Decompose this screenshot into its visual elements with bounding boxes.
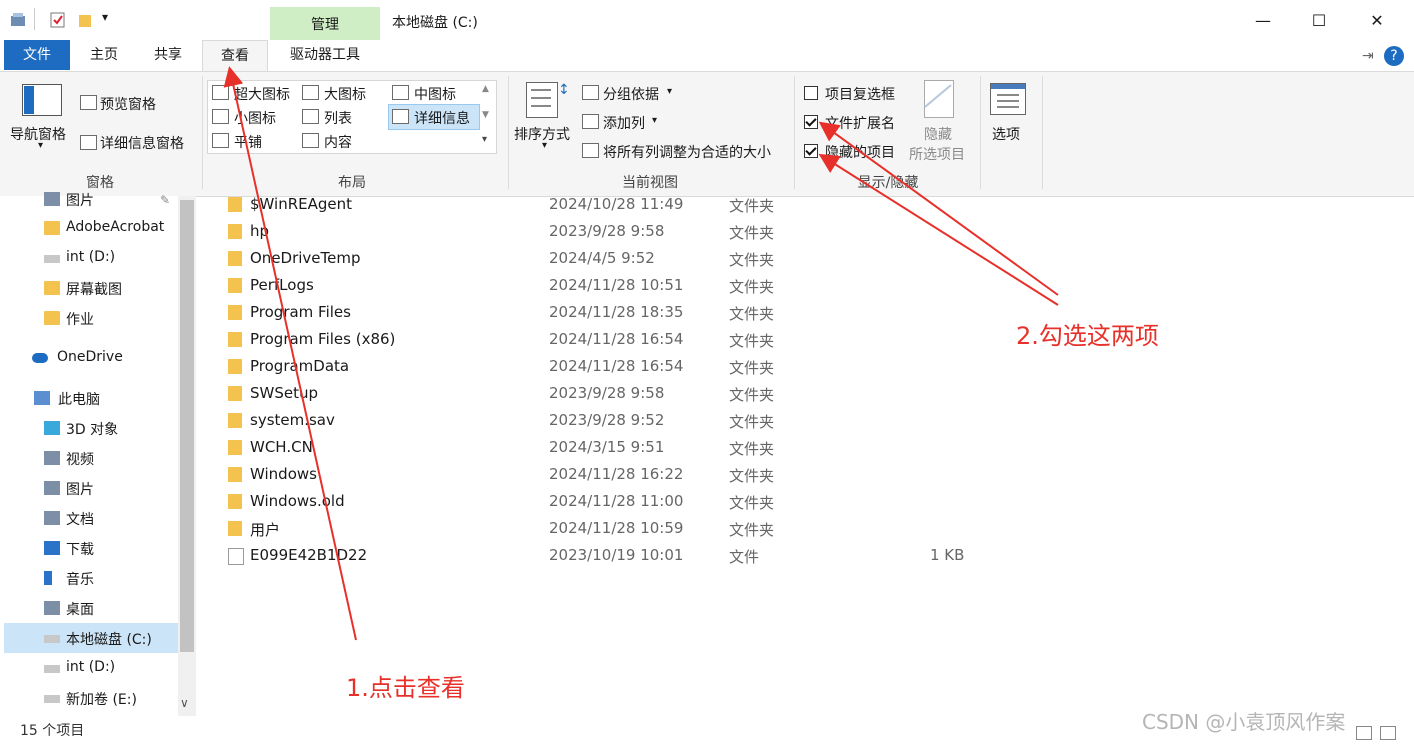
annotation-arrow-step1 <box>223 66 357 641</box>
annotation-arrow-step2a <box>818 121 1059 296</box>
annotation-arrows <box>223 66 1059 641</box>
annotation-arrow-step2b <box>818 153 1059 306</box>
annotation-step1: 1.点击查看 <box>346 674 465 702</box>
annotation-step2: 2.勾选这两项 <box>1016 322 1159 350</box>
